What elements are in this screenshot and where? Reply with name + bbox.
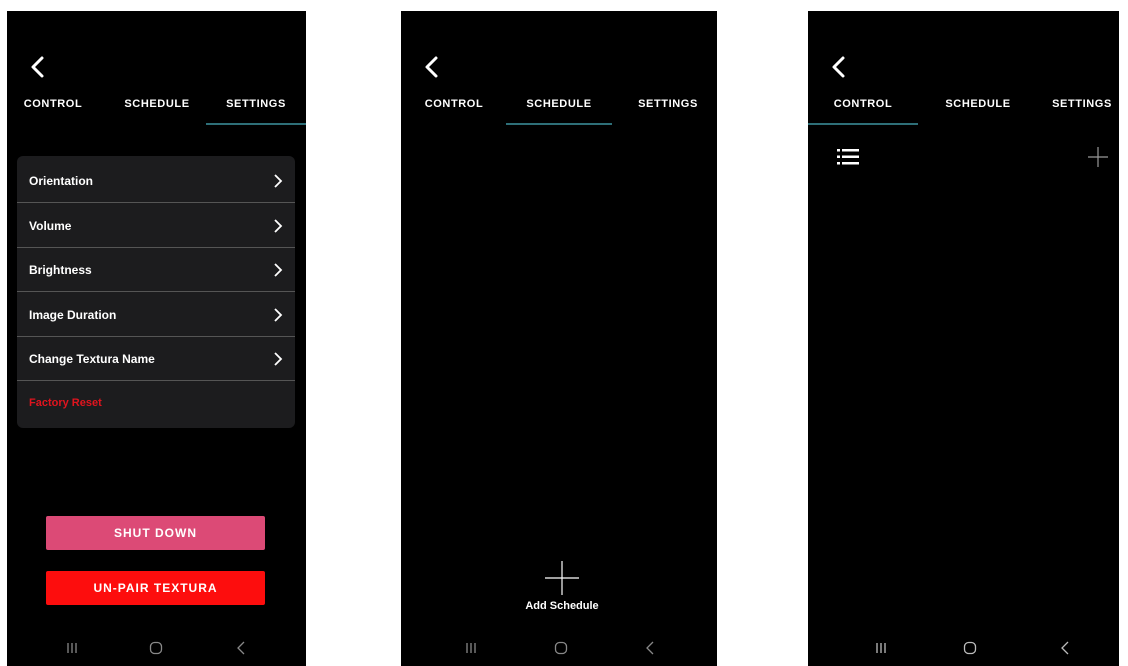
chevron-left-icon — [832, 56, 845, 78]
change-name-row[interactable]: Change Textura Name — [17, 337, 295, 381]
add-schedule-label: Add Schedule — [525, 600, 599, 612]
list-button[interactable] — [837, 148, 859, 171]
home-icon — [963, 641, 977, 655]
settings-screen: CONTROL SCHEDULE SETTINGS Orientation Vo… — [7, 11, 306, 666]
tab-underline — [506, 123, 612, 125]
schedule-screen: CONTROL SCHEDULE SETTINGS Add Schedule — [401, 11, 717, 666]
brightness-row[interactable]: Brightness — [17, 248, 295, 292]
settings-card: Orientation Volume Brightness Image Dura… — [17, 156, 295, 428]
tab-schedule-label: SCHEDULE — [945, 98, 1011, 110]
unpair-label: UN-PAIR TEXTURA — [93, 581, 218, 595]
add-button[interactable] — [1087, 146, 1109, 173]
system-nav-bar — [7, 630, 306, 666]
tab-settings-label: SETTINGS — [1052, 98, 1112, 110]
tab-underline — [808, 123, 918, 125]
tab-schedule[interactable]: SCHEDULE — [506, 95, 612, 125]
tab-bar: CONTROL SCHEDULE SETTINGS — [7, 95, 306, 125]
change-name-label: Change Textura Name — [29, 351, 155, 366]
add-schedule-button[interactable]: Add Schedule — [517, 560, 607, 612]
tab-schedule[interactable]: SCHEDULE — [107, 95, 207, 125]
nav-back-button[interactable] — [640, 638, 660, 658]
back-button[interactable] — [27, 53, 55, 81]
tab-control-label: CONTROL — [424, 98, 484, 110]
factory-reset-label: Factory Reset — [29, 397, 102, 409]
back-button[interactable] — [421, 53, 449, 81]
tab-settings-label: SETTINGS — [638, 98, 698, 110]
nav-back-icon — [1061, 641, 1069, 655]
recent-apps-icon — [466, 643, 476, 653]
tab-schedule[interactable]: SCHEDULE — [930, 95, 1026, 125]
list-icon — [837, 149, 859, 165]
recent-apps-icon — [876, 643, 886, 653]
nav-back-button[interactable] — [1055, 638, 1075, 658]
recent-apps-button[interactable] — [461, 638, 481, 658]
image-duration-label: Image Duration — [29, 307, 117, 322]
chevron-left-icon — [425, 56, 438, 78]
volume-row[interactable]: Volume — [17, 204, 295, 248]
shut-down-button[interactable]: SHUT DOWN — [46, 516, 265, 550]
factory-reset-row[interactable]: Factory Reset — [17, 381, 295, 425]
chevron-right-icon — [274, 173, 283, 188]
tab-bar: CONTROL SCHEDULE SETTINGS — [808, 95, 1119, 125]
shut-down-label: SHUT DOWN — [114, 526, 197, 540]
tab-bar: CONTROL SCHEDULE SETTINGS — [401, 95, 717, 125]
nav-back-button[interactable] — [231, 638, 251, 658]
chevron-right-icon — [274, 218, 283, 233]
recent-apps-button[interactable] — [871, 638, 891, 658]
home-button[interactable] — [146, 638, 166, 658]
nav-back-icon — [237, 641, 245, 655]
tab-control-label: CONTROL — [23, 98, 83, 110]
nav-back-icon — [646, 641, 654, 655]
image-duration-row[interactable]: Image Duration — [17, 293, 295, 337]
home-icon — [554, 641, 568, 655]
brightness-label: Brightness — [29, 262, 92, 277]
back-button[interactable] — [828, 53, 856, 81]
tab-underline — [206, 123, 306, 125]
tab-control[interactable]: CONTROL — [413, 95, 495, 125]
plus-icon — [545, 561, 579, 595]
chevron-right-icon — [274, 307, 283, 322]
control-screen: CONTROL SCHEDULE SETTINGS — [808, 11, 1119, 666]
tab-control[interactable]: CONTROL — [808, 95, 918, 125]
system-nav-bar — [808, 630, 1119, 666]
tab-control[interactable]: CONTROL — [15, 95, 91, 125]
chevron-left-icon — [31, 56, 44, 78]
recent-apps-button[interactable] — [62, 638, 82, 658]
orientation-row[interactable]: Orientation — [17, 159, 295, 203]
home-button[interactable] — [551, 638, 571, 658]
tab-settings[interactable]: SETTINGS — [206, 95, 306, 125]
tab-settings[interactable]: SETTINGS — [1042, 95, 1119, 125]
orientation-label: Orientation — [29, 173, 94, 188]
chevron-right-icon — [274, 262, 283, 277]
tab-schedule-label: SCHEDULE — [124, 98, 190, 110]
system-nav-bar — [401, 630, 717, 666]
tab-schedule-label: SCHEDULE — [526, 98, 592, 110]
home-icon — [149, 641, 163, 655]
unpair-button[interactable]: UN-PAIR TEXTURA — [46, 571, 265, 605]
plus-icon — [1088, 147, 1108, 167]
volume-label: Volume — [29, 218, 72, 233]
tab-settings[interactable]: SETTINGS — [623, 95, 713, 125]
recent-apps-icon — [67, 643, 77, 653]
tab-control-label: CONTROL — [833, 98, 893, 110]
chevron-right-icon — [274, 351, 283, 366]
tab-settings-label: SETTINGS — [226, 98, 286, 110]
home-button[interactable] — [960, 638, 980, 658]
